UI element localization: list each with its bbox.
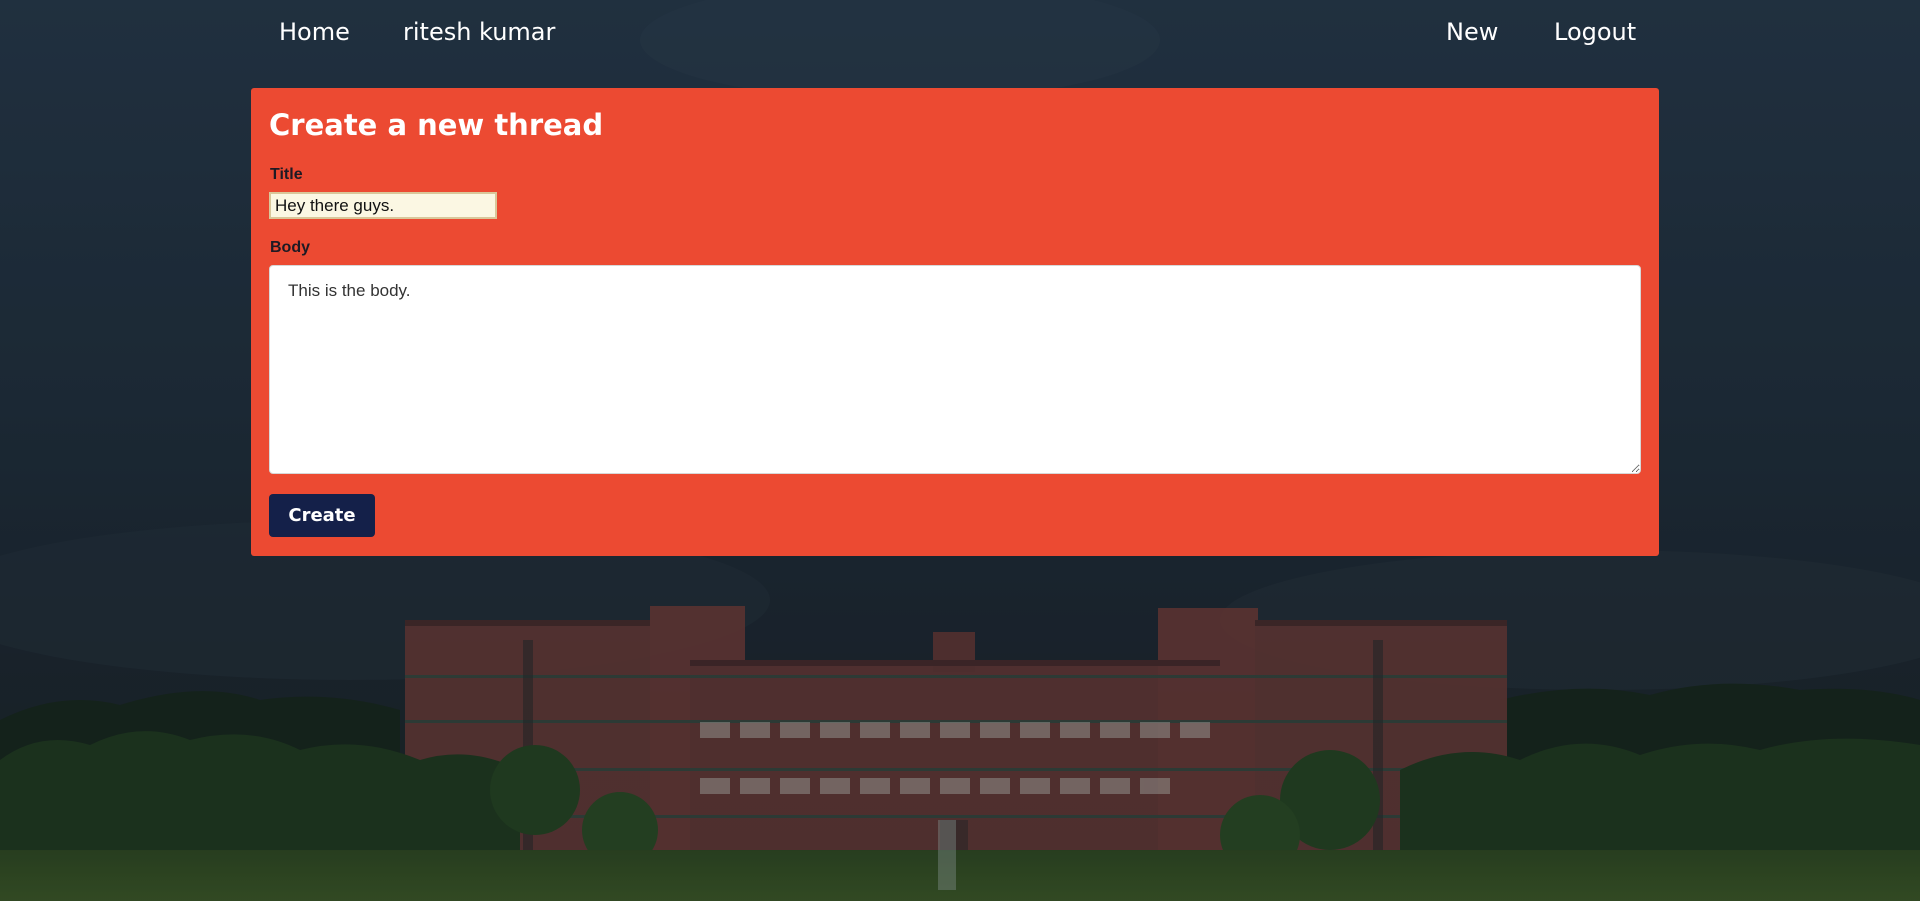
top-navigation: Home ritesh kumar New Logout [0, 0, 1920, 68]
body-textarea[interactable]: This is the body. [269, 265, 1641, 474]
body-label: Body [270, 239, 310, 256]
title-input[interactable] [269, 192, 497, 219]
page-title: Create a new thread [269, 108, 604, 142]
nav-user-link[interactable]: ritesh kumar [403, 18, 555, 46]
nav-home-link[interactable]: Home [279, 18, 350, 46]
title-label: Title [270, 166, 303, 183]
create-button[interactable]: Create [269, 494, 375, 537]
nav-logout-link[interactable]: Logout [1554, 18, 1636, 46]
create-thread-card: Create a new thread Title Body This is t… [251, 88, 1659, 556]
nav-new-link[interactable]: New [1446, 18, 1498, 46]
